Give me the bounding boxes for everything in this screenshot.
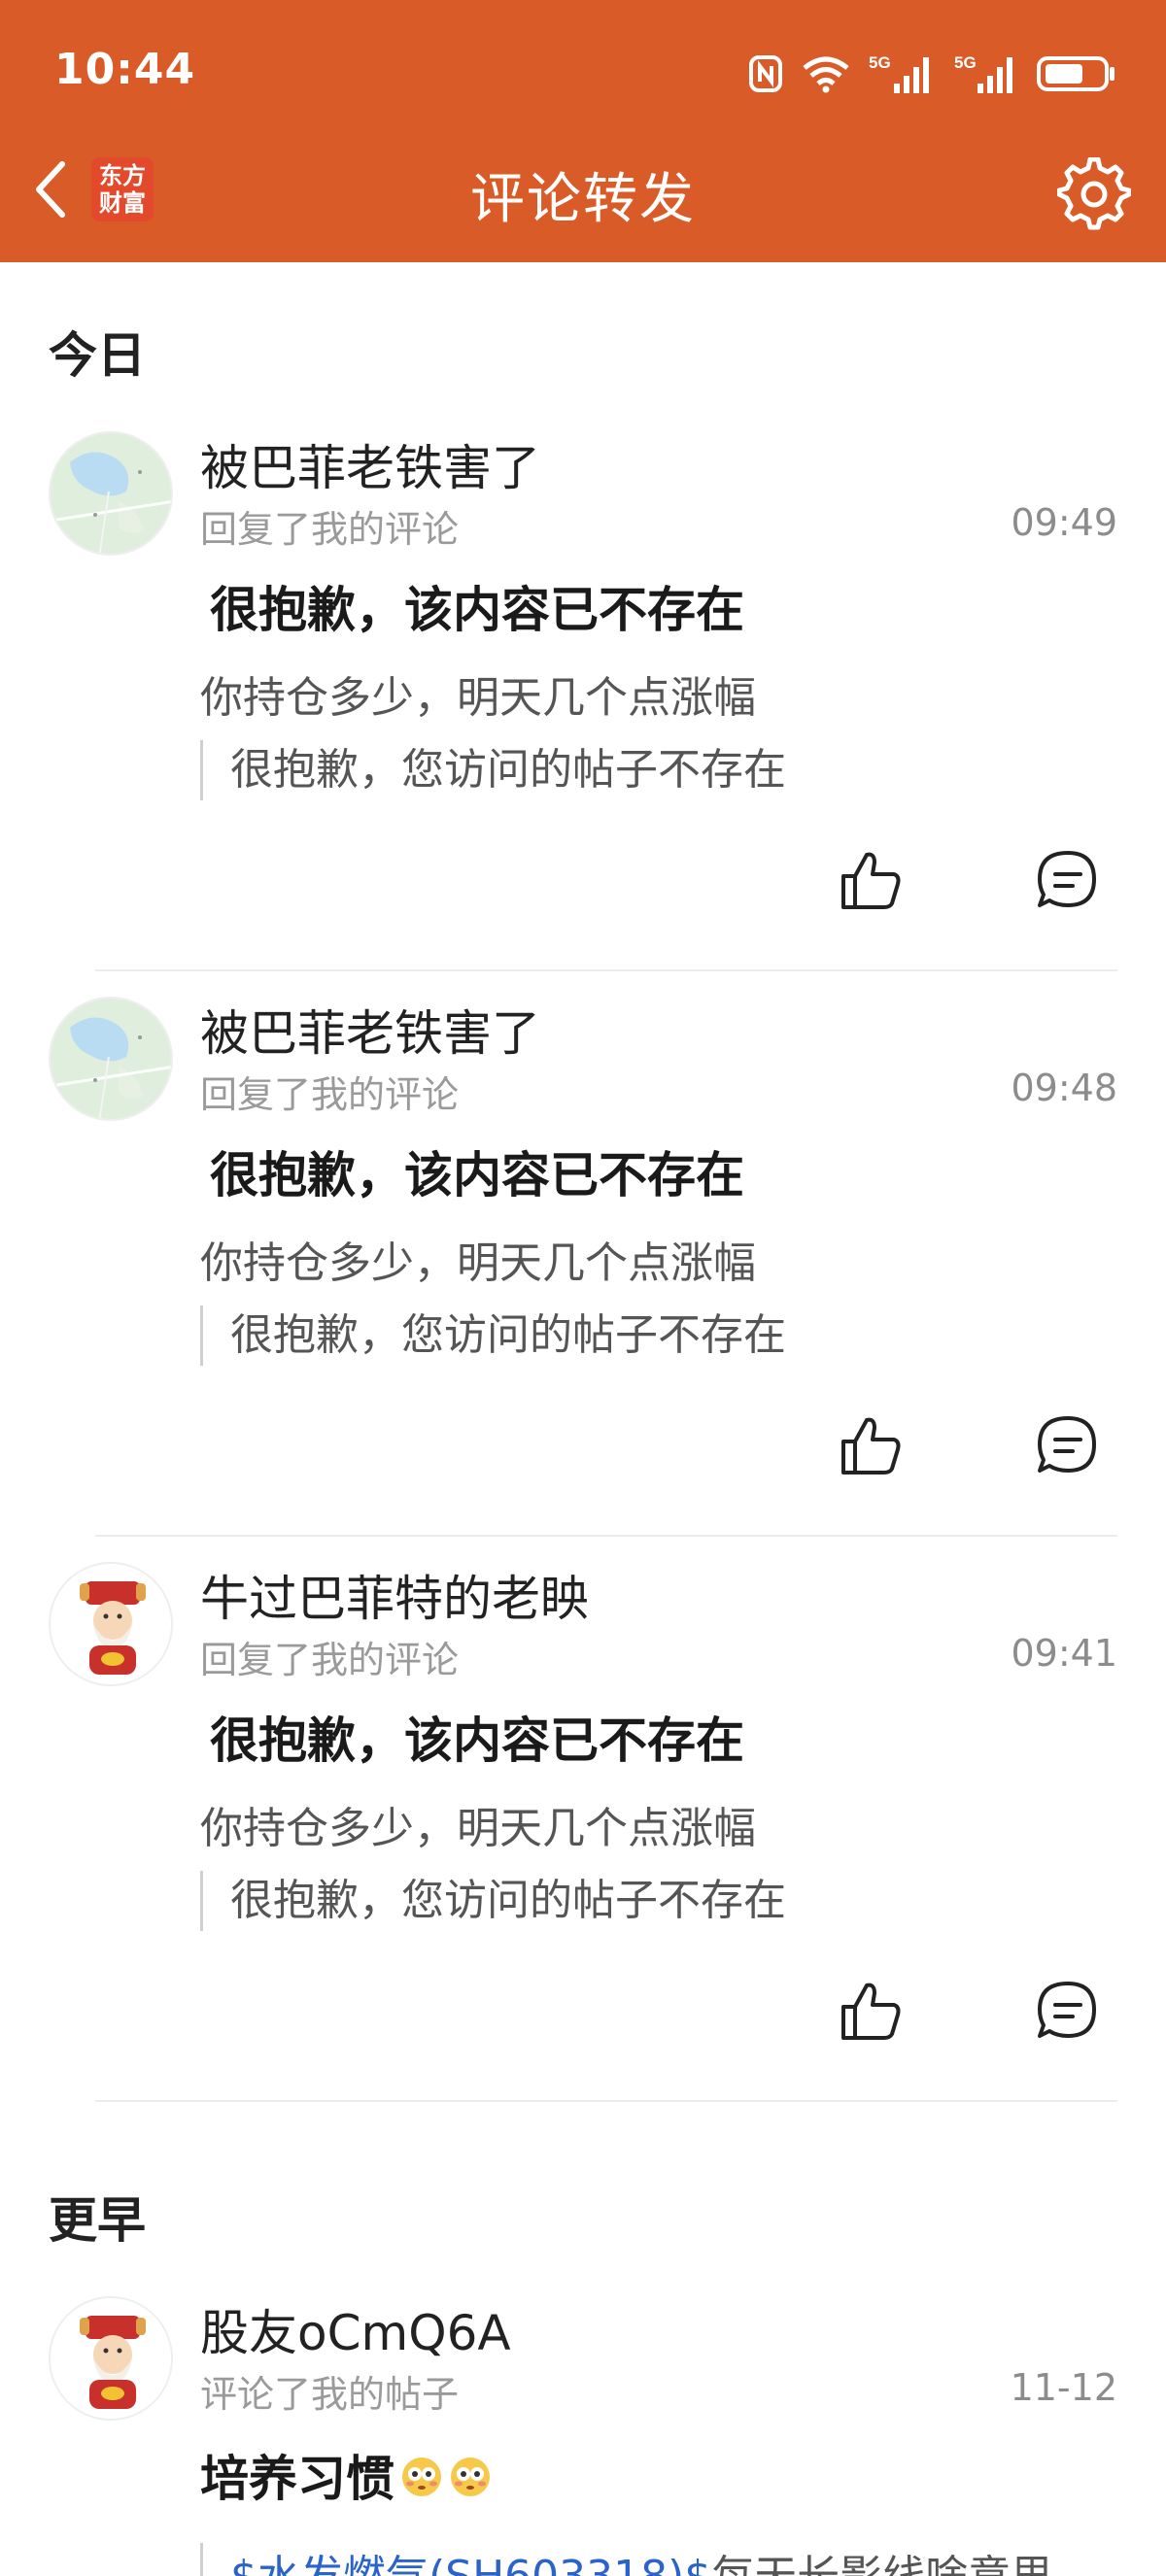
thumbs-up-icon [838,1983,906,2050]
list-item[interactable]: 被巴菲老铁害了 回复了我的评论 09:48 很抱歉，该内容已不存在 你持仓多少，… [0,997,1166,1541]
user-name[interactable]: 牛过巴菲特的老眏 [200,1560,589,1630]
like-button[interactable] [838,1978,906,2046]
thumbs-up-icon [838,1417,906,1484]
list-item[interactable]: 牛过巴菲特的老眏 回复了我的评论 09:41 很抱歉，该内容已不存在 你持仓多少… [0,1562,1166,2106]
reply-text: 你持仓多少，明天几个点涨幅 [200,1238,756,1288]
status-time: 10:44 [54,45,196,94]
avatar[interactable] [49,2296,173,2421]
nfc-icon [748,54,783,93]
page-title: 评论转发 [470,168,696,231]
comment-text: 很抱歉，该内容已不存在 [210,1147,744,1203]
divider [95,969,1117,971]
svg-text:5G: 5G [954,53,977,72]
reply-button[interactable] [1034,847,1102,915]
svg-text:5G: 5G [869,53,891,72]
avatar[interactable] [49,1562,173,1686]
action-text: 回复了我的评论 [200,1639,460,1681]
list-item[interactable]: 被巴菲老铁害了 回复了我的评论 09:49 很抱歉，该内容已不存在 你持仓多少，… [0,431,1166,975]
avatar[interactable] [49,431,173,556]
comment-bubble-icon [1034,1982,1102,2050]
comment-text: 很抱歉，该内容已不存在 [210,1712,744,1769]
like-button[interactable] [838,1412,906,1480]
action-text: 回复了我的评论 [200,508,460,551]
quoted-post[interactable]: 很抱歉，您访问的帖子不存在 [200,740,786,800]
timestamp: 09:49 [1011,501,1117,544]
section-earlier: 更早 [49,2192,146,2249]
quoted-post[interactable]: $水发燃气(SH603318)$每天长影线啥意思 [200,2543,1053,2576]
user-name[interactable]: 被巴菲老铁害了 [200,429,540,499]
flushed-face-emoji-icon [400,2454,443,2496]
divider [95,1535,1117,1537]
timestamp: 09:41 [1011,1632,1117,1675]
user-name[interactable]: 股友oCmQ6A [200,2294,511,2364]
comment-text: 很抱歉，该内容已不存在 [210,582,744,638]
battery-icon [1036,54,1117,93]
reply-text: 你持仓多少，明天几个点涨幅 [200,1804,756,1853]
user-name[interactable]: 被巴菲老铁害了 [200,995,540,1065]
like-button[interactable] [838,847,906,915]
list-item[interactable]: 股友oCmQ6A 评论了我的帖子 11-12 培养习惯 $水发燃气(SH6033… [0,2296,1166,2576]
section-today: 今日 [49,327,146,384]
comment-text: 培养习惯 [200,2440,492,2510]
quoted-post[interactable]: 很抱歉，您访问的帖子不存在 [200,1871,786,1931]
thumbs-up-icon [838,852,906,919]
flushed-face-emoji-icon [449,2454,492,2496]
timestamp: 11-12 [1010,2366,1117,2409]
divider [95,2100,1117,2102]
reply-button[interactable] [1034,1412,1102,1480]
signal-5g-icon: 5G [954,52,1018,95]
stock-link[interactable]: $水发燃气(SH603318)$ [230,2552,711,2576]
gear-icon [1056,156,1132,235]
action-text: 评论了我的帖子 [200,2373,460,2416]
status-icons: 5G 5G [748,51,1117,97]
quoted-post[interactable]: 很抱歉，您访问的帖子不存在 [200,1305,786,1366]
comment-body: 培养习惯 [200,2451,394,2507]
wifi-icon [801,54,851,93]
status-bar: 10:44 5G 5G [0,0,1166,148]
reply-text: 你持仓多少，明天几个点涨幅 [200,673,756,723]
comment-bubble-icon [1034,851,1102,919]
quoted-post-text: 每天长影线啥意思 [711,2552,1053,2576]
comment-bubble-icon [1034,1416,1102,1484]
action-text: 回复了我的评论 [200,1073,460,1116]
timestamp: 09:48 [1011,1067,1117,1109]
signal-5g-icon: 5G [869,52,937,95]
reply-button[interactable] [1034,1978,1102,2046]
avatar[interactable] [49,997,173,1121]
settings-button[interactable] [1055,156,1133,235]
